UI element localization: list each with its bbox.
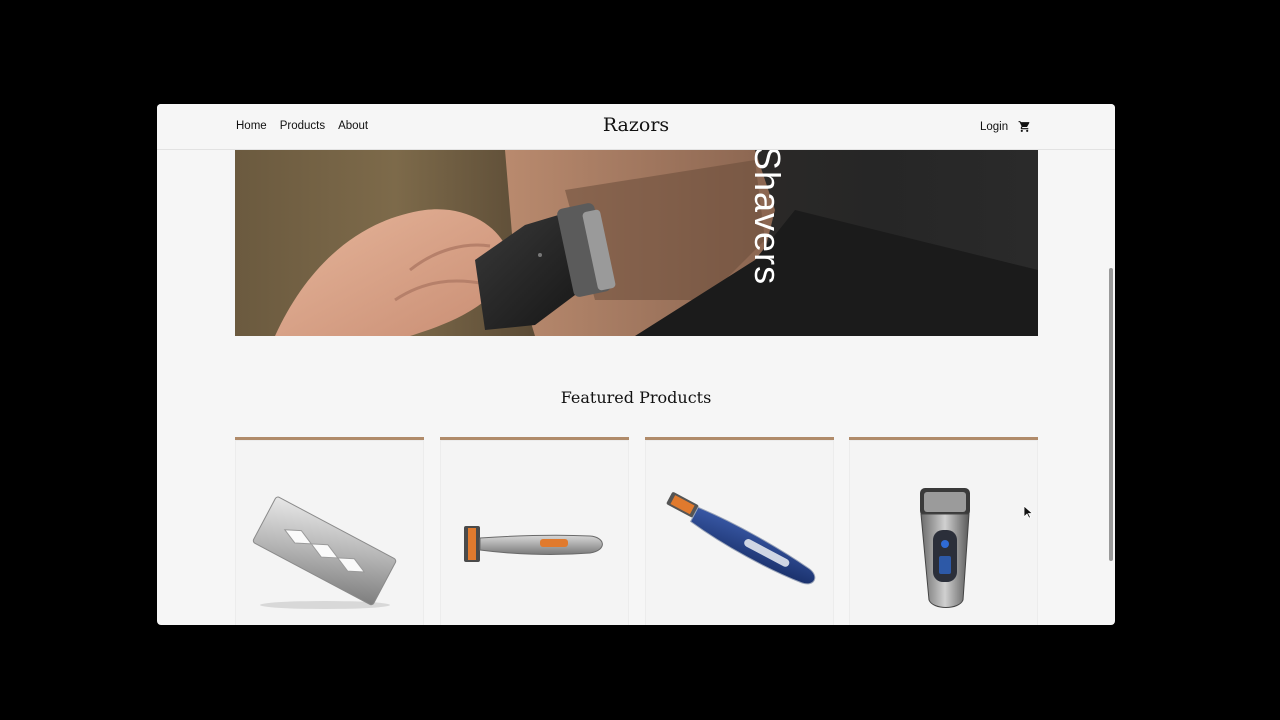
hero-heading-text: Shavers xyxy=(747,150,788,286)
nav-actions: Login xyxy=(980,120,1031,133)
featured-title: Featured Products xyxy=(560,388,712,407)
brand-logo[interactable]: Razors xyxy=(157,114,1115,136)
hero-heading: Shavers xyxy=(747,150,794,306)
product-card-1[interactable] xyxy=(235,437,424,625)
hero-image xyxy=(275,150,1038,336)
cartridge-razor-blue-icon xyxy=(666,492,816,585)
product-card-3[interactable] xyxy=(645,437,834,625)
razor-blade-icon xyxy=(252,496,397,609)
navbar: Home Products About Razors Login xyxy=(157,104,1115,150)
cartridge-razor-orange-icon xyxy=(464,526,603,562)
mouse-cursor-icon xyxy=(1024,506,1033,519)
product-card-2[interactable] xyxy=(440,437,629,625)
electric-shaver-icon xyxy=(920,488,970,608)
login-link[interactable]: Login xyxy=(980,121,1008,133)
cart-icon[interactable] xyxy=(1018,120,1031,133)
browser-window: Home Products About Razors Login Shavers… xyxy=(157,104,1115,625)
product-card-4[interactable] xyxy=(849,437,1038,625)
page-scrollbar[interactable] xyxy=(1109,268,1113,561)
hero-banner: Shavers xyxy=(235,150,1038,336)
